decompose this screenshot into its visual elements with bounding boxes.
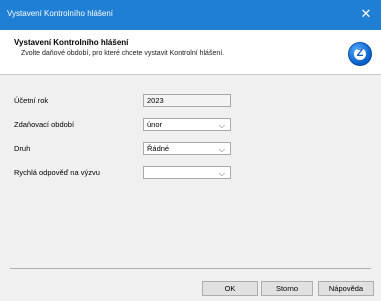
year-value: 2023 bbox=[147, 96, 164, 105]
logo-glyph: Z bbox=[356, 47, 364, 59]
kind-label: Druh bbox=[14, 144, 31, 153]
chevron-down-icon[interactable]: ⌵ bbox=[219, 120, 225, 131]
cancel-button[interactable]: Storno bbox=[261, 281, 313, 296]
kind-select[interactable]: Řádné ⌵ bbox=[143, 142, 231, 155]
header-subtitle: Zvolte daňové období, pro které chcete v… bbox=[21, 50, 225, 57]
kind-value: Řádné bbox=[147, 144, 170, 153]
app-logo-icon: Z bbox=[348, 42, 372, 66]
footer-divider bbox=[10, 268, 371, 269]
year-field: 2023 bbox=[143, 94, 231, 107]
quick-reply-select[interactable]: ⌵ bbox=[143, 166, 231, 179]
period-select[interactable]: únor ⌵ bbox=[143, 118, 231, 131]
ok-button[interactable]: OK bbox=[202, 281, 258, 296]
dialog-header: Vystavení Kontrolního hlášení Zvolte daň… bbox=[0, 30, 381, 75]
period-value: únor bbox=[147, 120, 163, 129]
window-title: Vystavení Kontrolního hlášení bbox=[7, 9, 113, 18]
title-bar: Vystavení Kontrolního hlášení ✕ bbox=[0, 0, 381, 30]
close-icon[interactable]: ✕ bbox=[351, 0, 381, 30]
help-button[interactable]: Nápověda bbox=[318, 281, 374, 296]
quick-reply-label: Rychlá odpověď na výzvu bbox=[14, 168, 100, 177]
period-label: Zdaňovací období bbox=[14, 120, 75, 129]
header-title: Vystavení Kontrolního hlášení bbox=[14, 38, 129, 47]
chevron-down-icon[interactable]: ⌵ bbox=[219, 168, 225, 179]
chevron-down-icon[interactable]: ⌵ bbox=[219, 144, 225, 155]
year-label: Účetní rok bbox=[14, 96, 49, 105]
